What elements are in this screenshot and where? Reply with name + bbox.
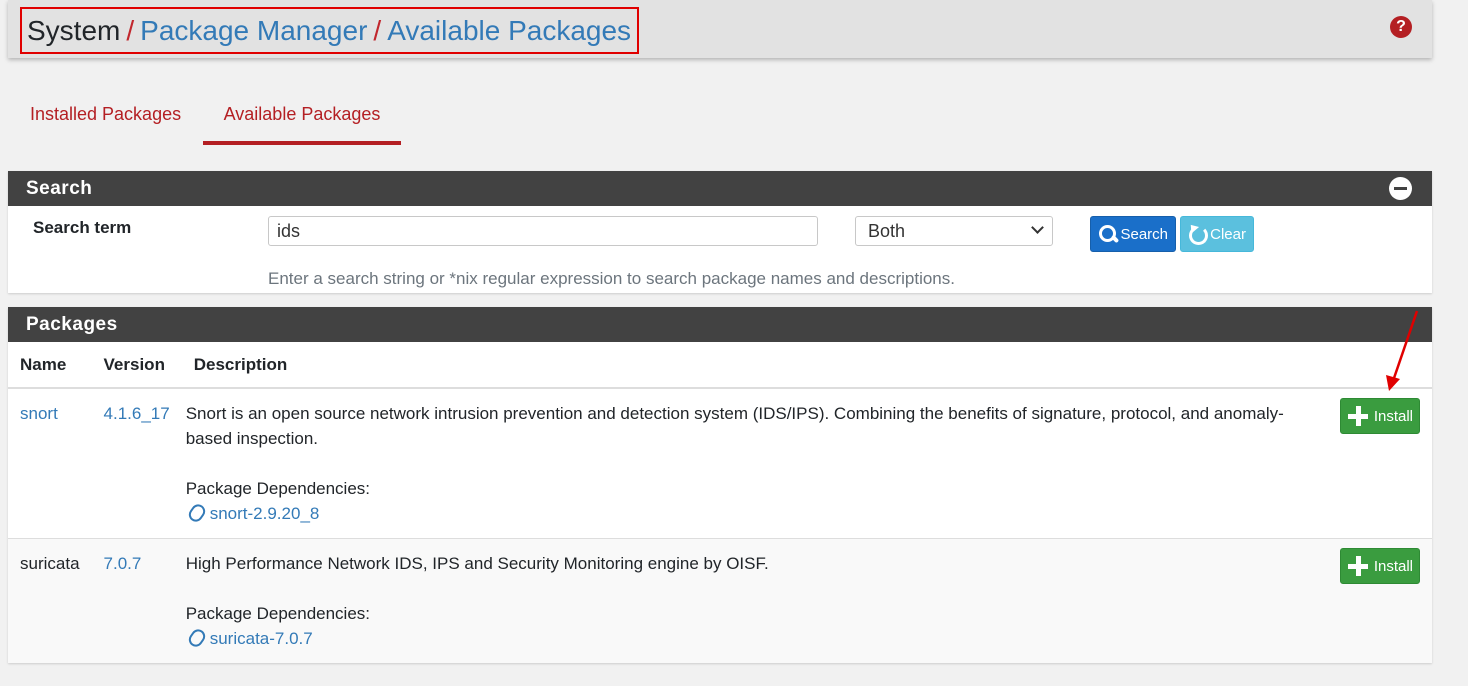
search-help-text: Enter a search string or *nix regular ex… bbox=[268, 269, 955, 288]
page-header: System / Package Manager / Available Pac… bbox=[8, 0, 1432, 58]
search-button[interactable]: Search bbox=[1090, 216, 1176, 252]
tab-available-packages[interactable]: Available Packages bbox=[203, 92, 401, 145]
search-button-label: Search bbox=[1120, 225, 1168, 243]
search-panel-title: Search bbox=[26, 178, 93, 199]
column-header-description: Description bbox=[181, 342, 1328, 389]
table-row: snort 4.1.6_17 Snort is an open source n… bbox=[8, 388, 1432, 539]
breadcrumb-system: System bbox=[27, 14, 121, 46]
search-panel-heading: Search bbox=[8, 171, 1432, 206]
package-dependencies-label: Package Dependencies: bbox=[185, 479, 371, 498]
search-panel: Search Search term Both Search Clear Ent… bbox=[8, 171, 1432, 293]
package-description: Snort is an open source network intrusio… bbox=[185, 404, 1284, 448]
search-scope-select[interactable]: Both bbox=[855, 216, 1053, 246]
collapse-icon[interactable] bbox=[1389, 177, 1412, 200]
install-button-label: Install bbox=[1373, 407, 1413, 425]
breadcrumb: System / Package Manager / Available Pac… bbox=[20, 7, 640, 54]
chevron-down-icon bbox=[1031, 221, 1044, 234]
undo-icon bbox=[1188, 224, 1209, 245]
paperclip-icon bbox=[185, 501, 208, 525]
package-version-link[interactable]: 7.0.7 bbox=[104, 554, 142, 573]
packages-panel-heading: Packages bbox=[8, 307, 1432, 342]
tab-installed-packages[interactable]: Installed Packages bbox=[30, 92, 181, 145]
package-version-link[interactable]: 4.1.6_17 bbox=[104, 404, 170, 423]
packages-table: Name Version Description snort 4.1.6_17 … bbox=[8, 342, 1432, 663]
search-input[interactable] bbox=[268, 216, 818, 246]
dependency-link[interactable]: suricata-7.0.7 bbox=[210, 629, 313, 648]
annotation-arrow-icon bbox=[1386, 310, 1419, 391]
paperclip-icon bbox=[185, 626, 208, 650]
install-button[interactable]: Install bbox=[1340, 398, 1420, 434]
package-dependencies-label: Package Dependencies: bbox=[185, 604, 371, 623]
table-header-row: Name Version Description bbox=[8, 342, 1432, 389]
dependency-link[interactable]: snort-2.9.20_8 bbox=[210, 504, 320, 523]
breadcrumb-separator: / bbox=[126, 14, 135, 46]
plus-icon bbox=[1347, 405, 1368, 427]
search-icon bbox=[1098, 224, 1117, 244]
search-scope-value: Both bbox=[868, 221, 906, 241]
breadcrumb-separator: / bbox=[373, 14, 382, 46]
search-form: Search term Both Search Clear Enter a se… bbox=[8, 206, 1432, 293]
packages-panel: Packages Name Version Description snort … bbox=[8, 307, 1432, 663]
breadcrumb-available-packages-link[interactable]: Available Packages bbox=[387, 15, 631, 47]
table-row: suricata 7.0.7 High Performance Network … bbox=[8, 538, 1432, 663]
column-header-name: Name bbox=[8, 342, 92, 389]
package-name-link[interactable]: snort bbox=[20, 404, 58, 423]
install-button-label: Install bbox=[1373, 557, 1413, 575]
column-header-version: Version bbox=[91, 342, 182, 389]
package-description: High Performance Network IDS, IPS and Se… bbox=[185, 554, 769, 573]
clear-button[interactable]: Clear bbox=[1180, 216, 1254, 252]
install-button[interactable]: Install bbox=[1340, 548, 1420, 584]
package-name: suricata bbox=[20, 554, 80, 573]
packages-panel-title: Packages bbox=[26, 314, 118, 335]
clear-button-label: Clear bbox=[1210, 225, 1246, 243]
breadcrumb-package-manager-link[interactable]: Package Manager bbox=[140, 15, 367, 47]
plus-icon bbox=[1347, 555, 1368, 577]
search-term-label: Search term bbox=[33, 218, 132, 237]
help-icon[interactable]: ? bbox=[1390, 16, 1412, 38]
